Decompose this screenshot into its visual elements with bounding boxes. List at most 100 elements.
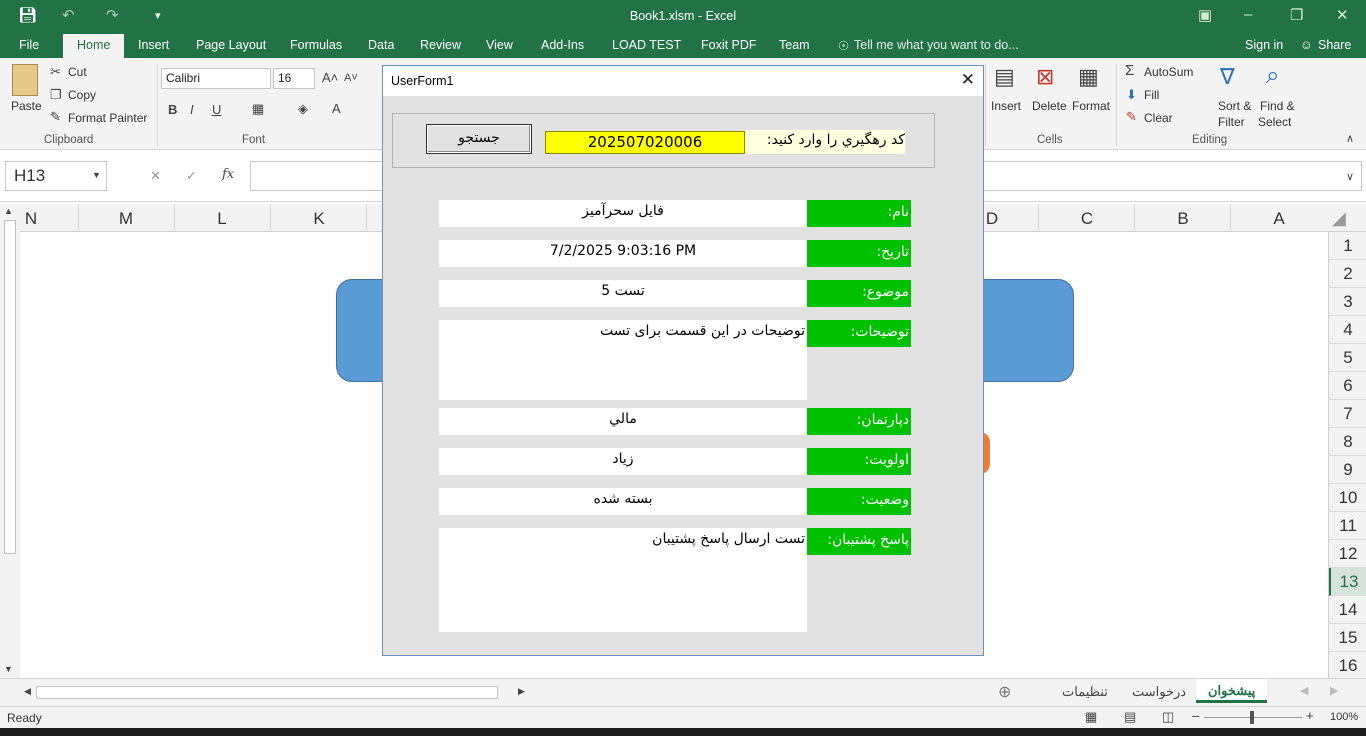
column-header[interactable]: M bbox=[106, 209, 146, 229]
scroll-right-icon[interactable]: ▶ bbox=[518, 686, 525, 697]
format-painter-icon[interactable]: ✎ bbox=[50, 109, 61, 125]
insert-cells-icon[interactable]: ▤ bbox=[994, 64, 1015, 90]
confirm-entry-icon[interactable]: ✓ bbox=[186, 168, 197, 184]
decrease-font-icon[interactable]: A˅ bbox=[344, 72, 358, 84]
scroll-up-icon[interactable]: ▲ bbox=[4, 206, 13, 216]
expand-formula-bar-icon[interactable]: ∨ bbox=[1346, 170, 1354, 183]
copy-icon[interactable]: ❐ bbox=[50, 87, 62, 103]
collapse-ribbon-icon[interactable]: ∧ bbox=[1346, 132, 1354, 145]
tab-home[interactable]: Home bbox=[63, 34, 125, 58]
format-painter-button[interactable]: Format Painter bbox=[68, 111, 147, 125]
paste-icon[interactable] bbox=[12, 64, 38, 96]
sort-filter-icon[interactable]: ∇ bbox=[1220, 64, 1235, 90]
tracking-code-input[interactable]: 202507020006 bbox=[545, 131, 745, 154]
sheet-tab-dashboard[interactable]: پیشخوان bbox=[1196, 679, 1268, 703]
prev-sheet-icon[interactable]: ◀ bbox=[1300, 684, 1308, 697]
support-reply-value[interactable]: تست ارسال پاسخ پشتیبان bbox=[439, 528, 807, 632]
row-header[interactable]: 3 bbox=[1329, 288, 1366, 316]
page-layout-view-icon[interactable]: ▤ bbox=[1124, 709, 1136, 725]
delete-cells-icon[interactable]: ⊠ bbox=[1036, 64, 1054, 90]
borders-icon[interactable]: ▦ bbox=[252, 101, 264, 117]
zoom-slider-thumb[interactable] bbox=[1250, 711, 1254, 724]
horizontal-scroll-thumb[interactable] bbox=[36, 686, 498, 699]
status-value[interactable]: بسته شده bbox=[439, 488, 807, 515]
tab-insert[interactable]: Insert bbox=[138, 38, 169, 52]
description-value[interactable]: توضیحات در این قسمت برای تست bbox=[439, 320, 807, 400]
sheet-tab-settings[interactable]: تنظيمات bbox=[1062, 684, 1108, 700]
tell-me-box[interactable]: Tell me what you want to do... bbox=[854, 38, 1019, 52]
clear-icon[interactable]: ✎ bbox=[1126, 109, 1137, 125]
normal-view-icon[interactable]: ▦ bbox=[1085, 709, 1097, 725]
search-button[interactable]: جستجو bbox=[426, 124, 532, 154]
tab-review[interactable]: Review bbox=[420, 38, 461, 52]
column-header[interactable]: L bbox=[202, 209, 242, 229]
zoom-level[interactable]: 100% bbox=[1330, 711, 1358, 723]
row-header[interactable]: 6 bbox=[1329, 372, 1366, 400]
row-header[interactable]: 11 bbox=[1329, 512, 1366, 540]
insert-function-icon[interactable]: fx bbox=[222, 167, 234, 182]
cut-icon[interactable]: ✂ bbox=[50, 64, 61, 80]
row-header-selected[interactable]: 13 bbox=[1329, 568, 1366, 596]
copy-button[interactable]: Copy bbox=[68, 88, 96, 102]
tab-data[interactable]: Data bbox=[368, 38, 394, 52]
vertical-scrollbar[interactable]: ▲ ▼ bbox=[0, 204, 20, 678]
column-header[interactable]: K bbox=[299, 209, 339, 229]
find-select-icon[interactable]: ⌕ bbox=[1266, 62, 1279, 90]
fill-button[interactable]: Fill bbox=[1144, 88, 1159, 102]
select-all-icon[interactable]: ◢ bbox=[1332, 208, 1346, 229]
zoom-out-icon[interactable]: – bbox=[1192, 708, 1199, 723]
subject-value[interactable]: تست 5 bbox=[439, 280, 807, 307]
autosum-icon[interactable]: Σ bbox=[1125, 62, 1134, 79]
column-header[interactable]: A bbox=[1259, 209, 1299, 229]
row-header[interactable]: 2 bbox=[1329, 260, 1366, 288]
row-header[interactable]: 12 bbox=[1329, 540, 1366, 568]
next-sheet-icon[interactable]: ▶ bbox=[1330, 684, 1338, 697]
vertical-scroll-thumb[interactable] bbox=[4, 220, 16, 554]
column-header[interactable]: B bbox=[1163, 209, 1203, 229]
row-header[interactable]: 10 bbox=[1329, 484, 1366, 512]
share-button[interactable]: Share bbox=[1318, 38, 1351, 52]
format-cells-button[interactable]: Format bbox=[1072, 99, 1110, 113]
column-header[interactable]: C bbox=[1067, 209, 1107, 229]
delete-cells-button[interactable]: Delete bbox=[1032, 99, 1067, 113]
row-header[interactable]: 9 bbox=[1329, 456, 1366, 484]
paste-button[interactable]: Paste bbox=[11, 99, 42, 113]
scroll-down-icon[interactable]: ▼ bbox=[4, 664, 13, 674]
new-sheet-icon[interactable]: ⊕ bbox=[998, 682, 1011, 702]
tab-file[interactable]: File bbox=[19, 38, 39, 52]
italic-icon[interactable]: I bbox=[190, 102, 194, 117]
row-header[interactable]: 1 bbox=[1329, 232, 1366, 260]
sort-filter-button-line1[interactable]: Sort & bbox=[1218, 99, 1251, 113]
tab-view[interactable]: View bbox=[486, 38, 513, 52]
date-value[interactable]: 7/2/2025 9:03:16 PM bbox=[439, 240, 807, 267]
name-value[interactable]: فایل سحرآمیز bbox=[439, 200, 807, 227]
cut-button[interactable]: Cut bbox=[68, 65, 87, 79]
tab-team[interactable]: Team bbox=[779, 38, 810, 52]
sort-filter-button-line2[interactable]: Filter bbox=[1218, 115, 1245, 129]
scroll-left-icon[interactable]: ◀ bbox=[24, 686, 31, 697]
fill-icon[interactable]: ⬇ bbox=[1126, 87, 1137, 103]
row-header[interactable]: 4 bbox=[1329, 316, 1366, 344]
underline-icon[interactable]: U bbox=[212, 102, 221, 117]
font-size-select[interactable]: 16 bbox=[273, 68, 315, 89]
font-color-icon[interactable]: A bbox=[332, 101, 341, 116]
restore-icon[interactable]: ❐ bbox=[1290, 6, 1303, 24]
row-header[interactable]: 15 bbox=[1329, 624, 1366, 652]
page-break-view-icon[interactable]: ◫ bbox=[1162, 709, 1174, 725]
row-header[interactable]: 8 bbox=[1329, 428, 1366, 456]
row-header[interactable]: 5 bbox=[1329, 344, 1366, 372]
close-icon[interactable]: ✕ bbox=[961, 70, 975, 90]
minimize-icon[interactable]: – bbox=[1244, 6, 1252, 23]
priority-value[interactable]: زیاد bbox=[439, 448, 807, 475]
department-value[interactable]: مالي bbox=[439, 408, 807, 435]
ribbon-display-options-icon[interactable]: ▣ bbox=[1198, 6, 1212, 24]
row-header[interactable]: 16 bbox=[1329, 652, 1366, 680]
zoom-in-icon[interactable]: + bbox=[1306, 708, 1314, 723]
tab-load-test[interactable]: LOAD TEST bbox=[612, 38, 681, 52]
name-box-dropdown-icon[interactable]: ▼ bbox=[92, 170, 101, 180]
find-select-button-line2[interactable]: Select bbox=[1258, 115, 1291, 129]
autosum-button[interactable]: AutoSum bbox=[1144, 65, 1193, 79]
sign-in-link[interactable]: Sign in bbox=[1245, 38, 1283, 52]
row-header[interactable]: 7 bbox=[1329, 400, 1366, 428]
tab-foxit-pdf[interactable]: Foxit PDF bbox=[701, 38, 757, 52]
